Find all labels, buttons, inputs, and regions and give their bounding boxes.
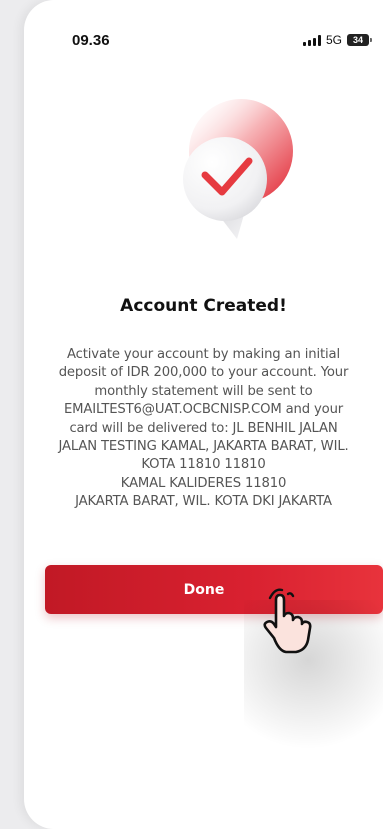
confirmation-message: Activate your account by making an initi… (32, 346, 375, 512)
status-bar: 09.36 5G 34 (24, 0, 383, 80)
message-line: monthly statement will be sent to (94, 383, 313, 399)
message-line: EMAILTEST6@UAT.OCBCNISP.COM and your (63, 402, 344, 418)
message-line: Activate your account by making an initi… (67, 347, 340, 362)
message-line: JAKARTA BARAT, WIL. KOTA DKI JAKARTA (75, 494, 332, 510)
phone-screen: 09.36 5G 34 Account Created! Activate yo… (24, 0, 383, 829)
message-line: card will be delivered to: JL BENHIL JAL… (69, 420, 338, 436)
status-indicators: 5G 34 (302, 33, 372, 47)
message-line: JALAN TESTING KAMAL, JAKARTA BARAT, WIL. (58, 439, 349, 455)
signal-bars-icon (302, 34, 321, 46)
page-title: Account Created! (120, 296, 287, 316)
message-line: KAMAL KALIDERES 11810 (120, 475, 287, 491)
battery-icon: 34 (347, 34, 372, 46)
success-illustration (183, 99, 293, 239)
status-time: 09.36 (72, 32, 110, 49)
done-button[interactable]: Done (45, 565, 383, 614)
battery-level: 34 (352, 34, 363, 45)
message-line: deposit of IDR 200,000 to your account. … (58, 365, 349, 381)
network-type: 5G (325, 33, 342, 47)
touch-shadow (244, 600, 383, 750)
bubble-circle (183, 137, 267, 221)
message-line: KOTA 11810 11810 (141, 457, 266, 473)
done-button-label: Done (183, 581, 225, 598)
